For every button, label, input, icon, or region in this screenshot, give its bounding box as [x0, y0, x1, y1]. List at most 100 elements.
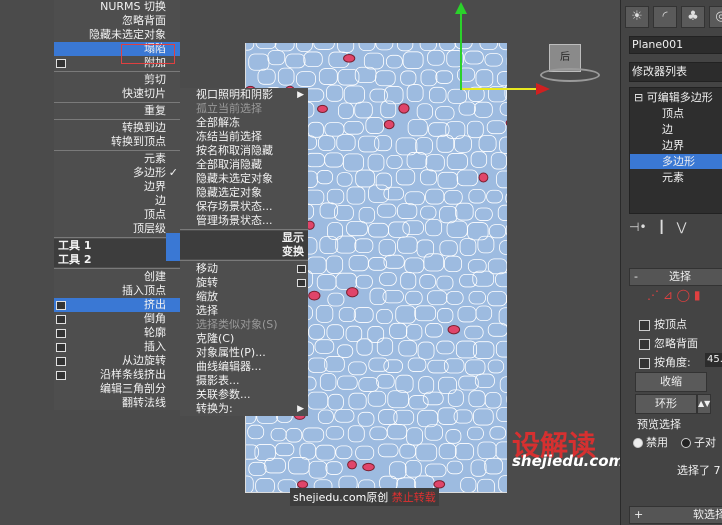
mesh-cell[interactable]	[459, 238, 477, 256]
mesh-cell[interactable]	[477, 478, 495, 492]
mesh-cell[interactable]	[379, 272, 397, 286]
mesh-cell[interactable]	[327, 393, 344, 411]
menu-hide-unselected[interactable]: 隐藏未选定对象	[54, 28, 180, 42]
mesh-cell[interactable]	[436, 275, 454, 291]
motion-tab-icon[interactable]: ◎	[709, 6, 722, 28]
menu-hide-selection[interactable]: 隐藏选定对象	[180, 186, 308, 200]
mesh-cell[interactable]	[425, 154, 445, 172]
mesh-cell[interactable]	[338, 307, 356, 323]
mesh-cell[interactable]	[270, 427, 287, 442]
mesh-cell[interactable]	[396, 43, 414, 52]
mesh-cell[interactable]	[404, 191, 425, 206]
menu-vertex[interactable]: 顶点	[54, 208, 180, 222]
mesh-cell[interactable]	[398, 340, 418, 357]
mesh-cell[interactable]	[439, 206, 458, 224]
mesh-cell[interactable]	[460, 477, 477, 492]
mesh-cell[interactable]	[487, 359, 505, 374]
mesh-cell[interactable]	[496, 407, 507, 422]
stack-item-editable-poly[interactable]: ⊟ 可编辑多边形	[634, 90, 713, 105]
mesh-cell[interactable]	[419, 43, 437, 52]
mesh-cell[interactable]	[308, 460, 328, 479]
menu-convert-to-vertex[interactable]: 转换到顶点	[54, 135, 180, 149]
mesh-cell[interactable]	[468, 188, 486, 204]
mesh-cell[interactable]	[473, 101, 493, 118]
mesh-cell[interactable]	[336, 172, 353, 187]
mesh-cell[interactable]	[484, 457, 504, 475]
settings-box-icon[interactable]	[56, 343, 66, 352]
mesh-cell[interactable]	[400, 271, 417, 290]
mesh-cell[interactable]	[296, 43, 313, 52]
mesh-cell[interactable]	[400, 70, 417, 86]
gizmo-y-axis[interactable]	[460, 10, 462, 90]
mesh-cell[interactable]	[478, 135, 497, 152]
mesh-cell[interactable]	[435, 106, 455, 121]
mesh-cell[interactable]	[345, 325, 363, 343]
mesh-cell[interactable]	[387, 390, 409, 409]
mesh-cell[interactable]	[443, 190, 463, 205]
menu-nurms-toggle[interactable]: NURMS 切换	[54, 0, 180, 14]
shrink-button[interactable]: 收缩	[635, 372, 707, 392]
menu-select[interactable]: 选择	[180, 304, 308, 318]
mesh-cell[interactable]	[369, 426, 388, 441]
mesh-cell[interactable]	[439, 43, 456, 51]
mesh-cell[interactable]	[347, 425, 365, 443]
ignore-backfacing-checkbox[interactable]: 忽略背面	[639, 335, 698, 351]
mesh-cell[interactable]	[368, 357, 389, 372]
mesh-cell[interactable]	[305, 152, 326, 168]
selected-polygon[interactable]	[317, 104, 328, 113]
mesh-cell[interactable]	[419, 274, 436, 289]
menu-repeat[interactable]: 重复	[54, 104, 180, 118]
show-end-result-icon[interactable]: ┃	[658, 220, 665, 234]
mesh-cell[interactable]	[467, 426, 484, 441]
mesh-cell[interactable]	[467, 259, 487, 274]
menu-cut[interactable]: 剪切	[54, 73, 180, 87]
mesh-cell[interactable]	[378, 239, 396, 257]
mesh-cell[interactable]	[353, 307, 374, 323]
mesh-cell[interactable]	[358, 206, 376, 224]
mesh-cell[interactable]	[327, 292, 345, 307]
collapse-icon[interactable]: ⊟	[634, 91, 647, 104]
mesh-cell[interactable]	[343, 85, 365, 104]
mesh-cell[interactable]	[487, 258, 507, 275]
mesh-cell[interactable]	[474, 207, 493, 221]
menu-insert-vertex[interactable]: 插入顶点	[54, 284, 180, 298]
menu-edge[interactable]: 边	[54, 194, 180, 208]
mesh-cell[interactable]	[317, 409, 334, 424]
mesh-cell[interactable]	[338, 102, 354, 119]
mesh-cell[interactable]	[288, 457, 310, 475]
mesh-cell[interactable]	[315, 304, 334, 323]
mesh-cell[interactable]	[477, 441, 497, 460]
mesh-cell[interactable]	[468, 390, 486, 408]
mesh-cell[interactable]	[336, 344, 354, 358]
mesh-cell[interactable]	[425, 323, 443, 338]
mesh-cell[interactable]	[466, 120, 484, 139]
mesh-cell[interactable]	[495, 441, 507, 460]
selected-polygon[interactable]	[398, 103, 410, 114]
stack-item-vertex[interactable]: 顶点	[662, 106, 684, 121]
menu-wire-parameters[interactable]: 关联参数...	[180, 388, 308, 402]
mesh-cell[interactable]	[376, 337, 394, 356]
mesh-cell[interactable]	[325, 255, 344, 274]
menu-save-scene-state[interactable]: 保存场景状态...	[180, 200, 308, 214]
mesh-cell[interactable]	[498, 307, 507, 326]
menu-move[interactable]: 移动	[180, 262, 308, 276]
mesh-cell[interactable]	[354, 66, 377, 83]
mesh-cell[interactable]	[296, 71, 316, 87]
mesh-cell[interactable]	[456, 169, 479, 187]
mesh-cell[interactable]	[277, 67, 295, 86]
mesh-cell[interactable]	[267, 50, 286, 66]
mesh-cell[interactable]	[389, 322, 408, 339]
mesh-cell[interactable]	[397, 203, 418, 219]
selected-polygon[interactable]	[308, 290, 321, 301]
mesh-cell[interactable]	[376, 309, 393, 325]
menu-top-level[interactable]: 顶层级	[54, 222, 180, 236]
modifier-stack[interactable]: ⊟ 可编辑多边形 顶点 边 边界 多边形 元素	[629, 87, 722, 214]
soft-selection-rollout-header[interactable]: + 软选择	[629, 506, 722, 524]
settings-box-icon[interactable]	[56, 301, 66, 310]
mesh-cell[interactable]	[369, 287, 387, 306]
mesh-cell[interactable]	[376, 374, 395, 389]
mesh-cell[interactable]	[383, 359, 403, 373]
pin-stack-icon[interactable]: ⊣•	[629, 220, 647, 234]
mesh-cell[interactable]	[404, 257, 425, 274]
mesh-cell[interactable]	[438, 443, 457, 460]
